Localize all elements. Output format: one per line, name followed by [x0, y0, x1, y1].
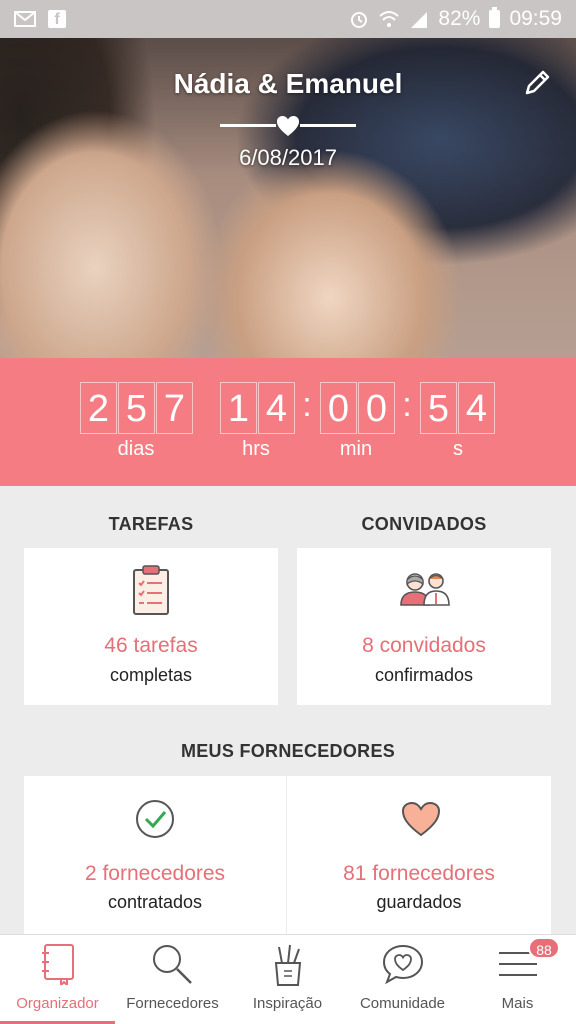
- nav-label: Fornecedores: [126, 995, 219, 1012]
- guests-icon: [400, 573, 450, 606]
- saved-vendors-count: 81 fornecedores: [343, 862, 495, 885]
- time-separator: :: [402, 386, 412, 424]
- nav-comunidade[interactable]: Comunidade: [345, 935, 460, 1024]
- clock: 09:59: [509, 7, 562, 30]
- seconds-digit: 5: [420, 382, 457, 434]
- nav-fornecedores[interactable]: Fornecedores: [115, 935, 230, 1024]
- status-bar: f 82% 09:59: [0, 0, 576, 38]
- countdown-panel: 2 5 7 1 4 : 0 0 : 5 4 dias hrs min s: [0, 358, 576, 486]
- check-circle-icon: [136, 800, 174, 838]
- hired-vendors-card[interactable]: 2 fornecedores contratados: [24, 776, 286, 934]
- chat-heart-icon: [382, 944, 423, 985]
- guests-sub: confirmados: [374, 665, 474, 685]
- mail-icon: [14, 11, 36, 27]
- time-separator: :: [302, 386, 312, 424]
- nav-label: Inspiração: [252, 995, 323, 1012]
- tasks-count: 46 tarefas: [104, 634, 198, 657]
- heart-divider: [220, 115, 356, 139]
- hours-digit: 1: [220, 382, 257, 434]
- days-digit: 7: [156, 382, 193, 434]
- days-label: dias: [117, 438, 155, 460]
- nav-label: Organizador: [16, 995, 99, 1012]
- tasks-sub: completas: [109, 665, 193, 685]
- hired-vendors-sub: contratados: [107, 892, 203, 912]
- guests-count: 8 convidados: [362, 634, 486, 657]
- nav-label: Comunidade: [359, 995, 446, 1012]
- guests-card[interactable]: 8 convidados confirmados: [297, 548, 551, 705]
- seconds-digit: 4: [458, 382, 495, 434]
- nav-mais[interactable]: 88 Mais: [460, 935, 575, 1024]
- heart-icon: [401, 801, 441, 837]
- battery-percent: 82%: [438, 7, 481, 30]
- hired-vendors-count: 2 fornecedores: [84, 862, 226, 885]
- nav-inspiracao[interactable]: Inspiração: [230, 935, 345, 1024]
- pencil-cup-icon: [274, 944, 301, 986]
- hours-label: hrs: [242, 438, 270, 460]
- battery-icon: [489, 7, 501, 28]
- saved-vendors-card[interactable]: 81 fornecedores guardados: [287, 776, 551, 934]
- couple-name: Nádia & Emanuel: [173, 68, 403, 99]
- days-digit: 2: [80, 382, 117, 434]
- minutes-digit: 0: [358, 382, 395, 434]
- pencil-icon[interactable]: [522, 68, 552, 98]
- seconds-label: s: [453, 438, 463, 460]
- signal-icon: [411, 12, 428, 28]
- couple-photo[interactable]: Nádia & Emanuel 6/08/2017: [0, 38, 576, 358]
- nav-organizador[interactable]: Organizador: [0, 935, 115, 1024]
- tasks-title: TAREFAS: [108, 514, 194, 534]
- nav-label: Mais: [501, 995, 534, 1012]
- vendors-title: MEUS FORNECEDORES: [180, 741, 396, 761]
- days-digit: 5: [118, 382, 155, 434]
- wedding-date: 6/08/2017: [239, 145, 337, 170]
- checklist-icon: [133, 565, 169, 615]
- bottom-navigation: Organizador Fornecedores Inspiração Comu…: [0, 934, 576, 1024]
- facebook-icon: f: [48, 10, 66, 28]
- alarm-icon: [351, 12, 368, 28]
- heart-icon: [277, 116, 299, 136]
- saved-vendors-sub: guardados: [376, 892, 462, 912]
- search-icon: [152, 945, 192, 984]
- notebook-icon: [41, 944, 74, 985]
- guests-title: CONVIDADOS: [361, 514, 487, 534]
- minutes-label: min: [339, 438, 373, 460]
- wifi-icon: [379, 11, 400, 27]
- tasks-card[interactable]: 46 tarefas completas: [24, 548, 278, 705]
- minutes-digit: 0: [320, 382, 357, 434]
- notification-badge: 88: [528, 937, 560, 959]
- hours-digit: 4: [258, 382, 295, 434]
